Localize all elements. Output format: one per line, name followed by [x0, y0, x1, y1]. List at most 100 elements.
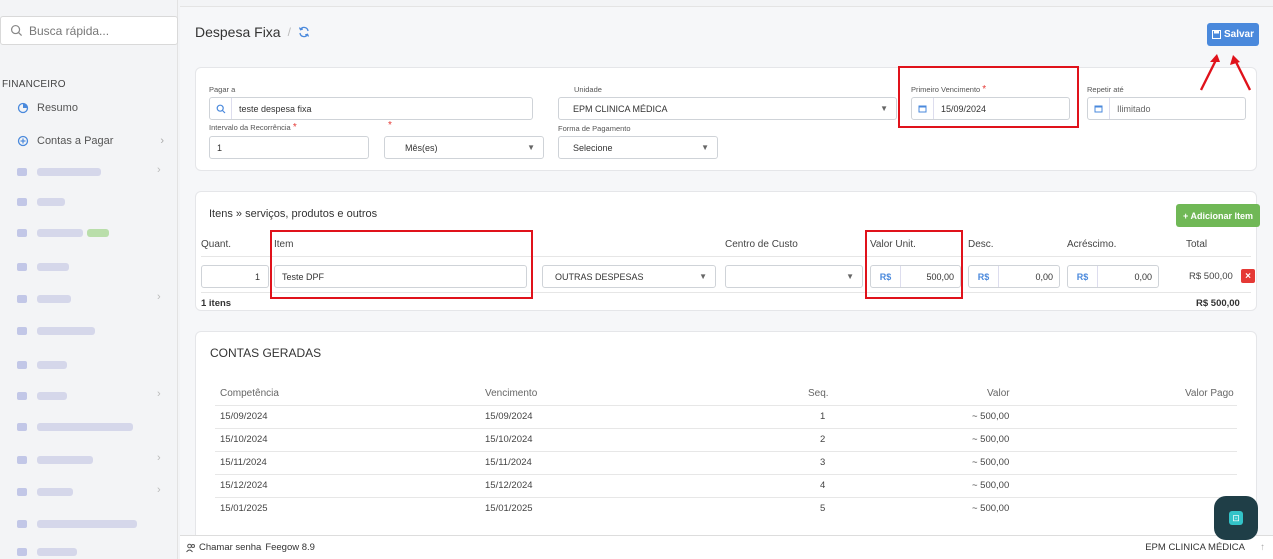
- acrescimo-value: 0,00: [1134, 271, 1152, 282]
- table-row: 15/10/2024 15/10/2024 2 ~ 500,00: [215, 428, 1237, 450]
- items-title: Itens » serviços, produtos e outros: [209, 208, 378, 220]
- desc-value: 0,00: [1035, 271, 1053, 282]
- pagar-a-value: teste despesa fixa: [239, 103, 312, 114]
- chevron-down-icon: ▼: [846, 272, 854, 281]
- add-item-button[interactable]: + Adicionar Item: [1176, 204, 1260, 227]
- item-value: Teste DPF: [282, 271, 325, 282]
- col-quant: Quant.: [201, 239, 232, 250]
- quant-field[interactable]: 1: [201, 265, 269, 288]
- table-row: 15/09/2024 15/09/2024 1 ~ 500,00: [215, 405, 1237, 427]
- sidebar: Busca rápida... FINANCEIRO Resumo Contas…: [0, 0, 178, 559]
- periodo-value: Mês(es): [405, 142, 438, 153]
- chevron-right-icon: ›: [160, 135, 164, 147]
- refresh-icon[interactable]: [298, 26, 310, 38]
- contas-geradas-title: CONTAS GERADAS: [210, 346, 322, 360]
- unidade-select[interactable]: EPM CLINICA MÉDICA ▼: [558, 97, 897, 120]
- col-vencimento: Vencimento: [485, 388, 538, 399]
- intervalo-label: Intervalo da Recorrência *: [209, 122, 297, 133]
- item-field[interactable]: Teste DPF: [274, 265, 527, 288]
- save-button[interactable]: Salvar: [1207, 23, 1259, 46]
- sidebar-item-label: Resumo: [37, 102, 78, 114]
- scroll-top-icon[interactable]: ↑: [1260, 542, 1265, 553]
- chat-button[interactable]: ⊡: [1214, 496, 1258, 540]
- calendar-icon: [1088, 98, 1110, 119]
- table-row: 15/01/2025 15/01/2025 5 ~ 500,00: [215, 497, 1237, 519]
- sidebar-item-resumo[interactable]: Resumo: [0, 98, 178, 118]
- sidebar-item-label: Contas a Pagar: [37, 135, 114, 147]
- recurrence-form-card: Pagar a teste despesa fixa Unidade EPM C…: [195, 67, 1257, 171]
- floppy-disk-icon: [1211, 30, 1221, 39]
- chamar-senha-label: Chamar senha: [199, 542, 262, 553]
- col-valor-unit: Valor Unit.: [870, 239, 916, 250]
- plus-circle-icon: [17, 135, 29, 147]
- search-icon: [210, 98, 232, 119]
- quant-value: 1: [254, 271, 260, 282]
- repetir-ate-label: Repetir até: [1087, 85, 1124, 94]
- col-item: Item: [274, 239, 294, 250]
- valor-unit-field[interactable]: R$ 500,00: [870, 265, 961, 288]
- categoria-select[interactable]: OUTRAS DESPESAS ▼: [542, 265, 716, 288]
- chevron-down-icon: ▼: [701, 143, 709, 152]
- items-sum: R$ 500,00: [1196, 298, 1240, 309]
- col-total: Total: [1186, 239, 1208, 250]
- col-seq: Seq.: [808, 388, 829, 399]
- categoria-value: OUTRAS DESPESAS: [555, 271, 644, 282]
- chevron-down-icon: ▼: [527, 143, 535, 152]
- page-title: Despesa Fixa: [195, 24, 281, 40]
- calendar-icon: [912, 98, 934, 119]
- pagar-a-label: Pagar a: [209, 85, 236, 94]
- row-total: R$ 500,00: [1189, 271, 1233, 282]
- quick-search-input[interactable]: Busca rápida...: [0, 16, 178, 45]
- forma-pagamento-select[interactable]: Selecione ▼: [558, 136, 718, 159]
- valor-unit-value: 500,00: [926, 271, 954, 282]
- forma-pagamento-label: Forma de Pagamento: [558, 124, 631, 133]
- table-row: 15/11/2024 15/11/2024 3 ~ 500,00: [215, 451, 1237, 473]
- version-label: Feegow 8.9: [265, 542, 315, 553]
- annotation-arrows: [1199, 54, 1252, 91]
- forma-pagamento-value: Selecione: [573, 142, 613, 153]
- footer-bar: Chamar senha Feegow 8.9 EPM CLINICA MÉDI…: [180, 535, 1273, 559]
- intervalo-field[interactable]: 1: [209, 136, 369, 159]
- footer-unidade: EPM CLINICA MÉDICA: [1145, 542, 1245, 553]
- sidebar-section-financeiro: FINANCEIRO: [2, 79, 66, 90]
- repetir-ate-value: Ilimitado: [1117, 103, 1151, 114]
- col-valor-pago: Valor Pago: [1185, 388, 1234, 399]
- search-icon: [10, 24, 23, 37]
- unidade-value: EPM CLINICA MÉDICA: [573, 103, 668, 114]
- periodo-required-mark: *: [388, 120, 392, 131]
- col-centro-custo: Centro de Custo: [725, 239, 798, 250]
- chevron-down-icon: ▼: [699, 272, 707, 281]
- periodo-select[interactable]: Mês(es) ▼: [384, 136, 544, 159]
- chevron-down-icon: ▼: [880, 104, 888, 113]
- col-competencia: Competência: [220, 388, 279, 399]
- unidade-label: Unidade: [574, 85, 602, 94]
- intervalo-value: 1: [217, 142, 223, 153]
- acrescimo-field[interactable]: R$ 0,00: [1067, 265, 1159, 288]
- primeiro-vencimento-field[interactable]: 15/09/2024: [911, 97, 1070, 120]
- breadcrumb-separator: /: [287, 25, 291, 39]
- table-row: 15/12/2024 15/12/2024 4 ~ 500,00: [215, 474, 1237, 496]
- currency-label: R$: [1068, 266, 1098, 287]
- col-acrescimo: Acréscimo.: [1067, 239, 1117, 250]
- people-icon: [186, 543, 195, 552]
- pie-chart-icon: [17, 102, 29, 114]
- page-header: Despesa Fixa /: [195, 24, 310, 40]
- primeiro-vencimento-value: 15/09/2024: [941, 103, 987, 114]
- currency-label: R$: [969, 266, 999, 287]
- centro-custo-select[interactable]: ▼: [725, 265, 863, 288]
- col-valor: Valor: [987, 388, 1010, 399]
- primeiro-vencimento-label: Primeiro Vencimento *: [911, 84, 987, 95]
- currency-label: R$: [871, 266, 901, 287]
- repetir-ate-field[interactable]: Ilimitado: [1087, 97, 1246, 120]
- chamar-senha-button[interactable]: Chamar senha: [186, 542, 261, 553]
- quick-search-placeholder: Busca rápida...: [29, 23, 110, 38]
- chat-icon: ⊡: [1229, 511, 1243, 525]
- items-count: 1 itens: [201, 298, 232, 309]
- items-card: Itens » serviços, produtos e outros + Ad…: [195, 191, 1260, 311]
- desc-field[interactable]: R$ 0,00: [968, 265, 1060, 288]
- delete-item-button[interactable]: ×: [1241, 269, 1255, 283]
- col-desc: Desc.: [968, 239, 994, 250]
- sidebar-item-contas-a-pagar[interactable]: Contas a Pagar ›: [0, 131, 178, 151]
- save-button-label: Salvar: [1223, 29, 1255, 40]
- pagar-a-field[interactable]: teste despesa fixa: [209, 97, 533, 120]
